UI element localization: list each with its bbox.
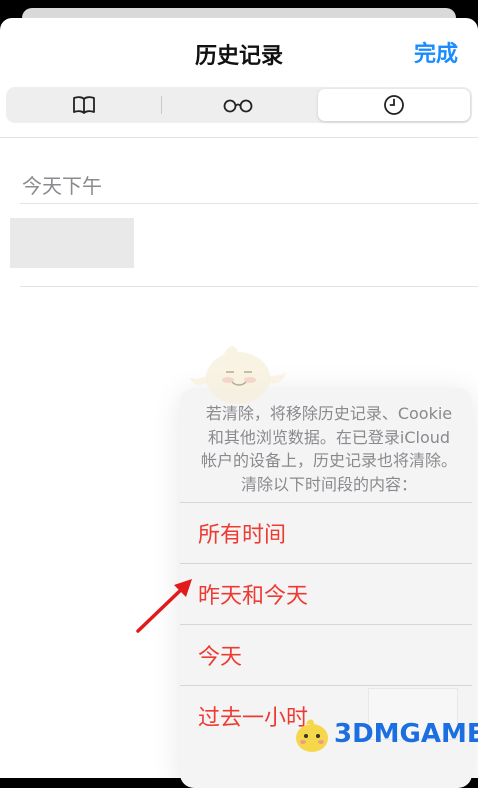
tab-bookmarks[interactable] [8, 89, 160, 121]
done-button[interactable]: 完成 [414, 36, 458, 68]
mascot-logo-icon [296, 719, 328, 752]
toolbar-divider [0, 137, 478, 138]
brand-watermark-text: 3DMGAME [334, 719, 478, 749]
book-icon [73, 96, 95, 114]
divider [20, 286, 478, 287]
divider [20, 203, 478, 204]
option-today[interactable]: 今天 [180, 624, 472, 685]
option-all-time[interactable]: 所有时间 [180, 502, 472, 563]
section-header: 今天下午 [22, 174, 102, 198]
glasses-icon [223, 99, 253, 113]
brand-watermark: 3DMGAME [290, 712, 478, 756]
history-item-redacted[interactable] [10, 218, 134, 268]
tab-history[interactable] [318, 89, 470, 121]
mascot-watermark [190, 346, 286, 404]
segmented-control [6, 87, 472, 123]
annotation-arrow [136, 579, 192, 633]
page-title: 历史记录 [194, 44, 283, 69]
option-yesterday-and-today[interactable]: 昨天和今天 [180, 563, 472, 624]
tab-reading-list[interactable] [162, 89, 314, 121]
clock-icon [384, 95, 404, 115]
